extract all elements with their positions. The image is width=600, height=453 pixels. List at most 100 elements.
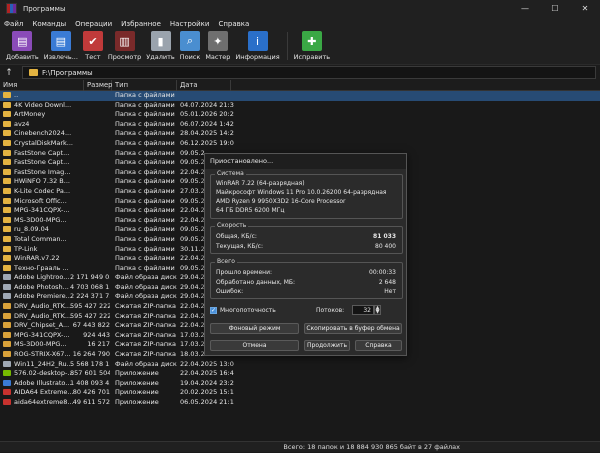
toolbar-button-label: Поиск xyxy=(179,53,201,61)
file-modified-cell: 04.07.2024 21:33 xyxy=(180,100,234,109)
elapsed-value: 00:00:33 xyxy=(369,269,396,276)
toolbar-button-label: Исправить xyxy=(293,53,331,61)
close-button[interactable]: ✕ xyxy=(570,0,600,17)
menu-commands[interactable]: Команды xyxy=(32,20,66,28)
view-book-icon: ▥ xyxy=(114,31,135,51)
file-type-cell: Папка с файлами xyxy=(115,244,175,253)
file-row[interactable]: Adobe Illustrato...1 408 093 4... Приложе… xyxy=(0,379,600,389)
threads-input[interactable]: 32 xyxy=(352,305,374,315)
toolbar-button[interactable]: ⌕ Поиск xyxy=(179,31,201,61)
menu-operations[interactable]: Операции xyxy=(75,20,112,28)
file-name: ROG-STRIX-X67... xyxy=(14,350,71,359)
toolbar-button[interactable]: ▥ Просмотр xyxy=(108,31,141,61)
file-name-cell: HWiNFO 7.32 B... xyxy=(0,177,82,187)
toolbar-button[interactable]: ▤ Добавить xyxy=(6,31,39,61)
file-name: Adobe Photosh... xyxy=(14,282,69,291)
system-line: AMD Ryzen 9 9950X3D2 16-Core Processor xyxy=(216,198,346,205)
toolbar-button[interactable]: ▤ Извлечь... xyxy=(44,31,78,61)
file-name-cell: K-Lite Codec Pa... xyxy=(0,187,82,197)
file-type-cell: Папка с файлами xyxy=(115,119,175,128)
toolbar-button[interactable]: ✚ Исправить xyxy=(294,31,330,61)
column-modified-header[interactable]: Дата изменения xyxy=(177,80,231,100)
file-name-cell: Техно-Грааль ... xyxy=(0,264,82,274)
file-name: Cinebench2024... xyxy=(14,129,72,138)
column-size-header[interactable]: Размер xyxy=(84,80,113,91)
file-type-cell: Папка с файлами xyxy=(115,167,175,176)
menu-help[interactable]: Справка xyxy=(218,20,249,28)
speed-total-label: Общая, КБ/с: xyxy=(216,233,257,240)
disk-icon xyxy=(3,283,11,290)
file-row[interactable]: 576.02-desktop-... 857 601 504 Приложение 2… xyxy=(0,369,600,379)
file-row[interactable]: Win11_24H2_Ru...5 568 178 1... Файл образ… xyxy=(0,360,600,370)
continue-button[interactable]: Продолжить xyxy=(304,340,350,351)
up-arrow-icon[interactable]: ↑ xyxy=(0,68,18,78)
app-blue-icon xyxy=(3,379,11,386)
file-name: 4K Video Downl... xyxy=(14,100,72,109)
folder-icon xyxy=(3,101,11,108)
system-line: WinRAR 7.22 (64-разрядная) xyxy=(216,180,305,187)
file-modified-cell: 20.02.2025 15:11 xyxy=(180,388,234,397)
window-controls: — ☐ ✕ xyxy=(510,0,600,17)
file-row[interactable]: 4K Video Downl... Папка с файлами 04.07.20… xyxy=(0,101,600,111)
toolbar-button[interactable]: i Информация xyxy=(235,31,280,61)
speed-current-value: 80 400 xyxy=(375,243,396,250)
toolbar-button-label: Тест xyxy=(85,53,101,61)
background-mode-button[interactable]: Фоновый режим xyxy=(210,323,299,334)
folder-icon xyxy=(3,168,11,175)
file-type-cell: Папка с файлами xyxy=(115,129,175,138)
help-button[interactable]: Справка xyxy=(355,340,402,351)
file-row[interactable]: avz4 Папка с файлами 06.07.2024 1:42 xyxy=(0,120,600,130)
file-size-cell: 857 601 504 xyxy=(70,369,110,378)
folder-icon xyxy=(3,178,11,185)
speed-group: Скорость Общая, КБ/с: 81 033 Текущая, КБ… xyxy=(210,222,403,254)
disk-icon xyxy=(3,274,11,281)
menu-favorites[interactable]: Избранное xyxy=(121,20,161,28)
file-name-cell: MPG-341CQPX-... xyxy=(0,206,82,216)
address-path: F:\Программы xyxy=(42,68,93,77)
column-name-header[interactable]: Имя xyxy=(0,80,84,91)
toolbar-button[interactable]: ✔ Тест xyxy=(82,31,103,61)
file-name: avz4 xyxy=(14,119,30,128)
folder-icon xyxy=(3,92,11,98)
file-modified-cell: 06.07.2024 1:42 xyxy=(180,119,234,128)
repair-kit-icon: ✚ xyxy=(301,31,322,51)
file-name: Win11_24H2_Ru... xyxy=(14,359,73,368)
file-name-cell: FastStone Capt... xyxy=(0,149,82,159)
file-name-cell: avz4 xyxy=(0,120,82,130)
file-modified-cell: 19.04.2024 23:27 xyxy=(180,378,234,387)
zip-icon xyxy=(3,303,11,310)
file-size-cell: 1 408 093 4... xyxy=(70,378,110,387)
minimize-button[interactable]: — xyxy=(510,0,540,17)
file-row[interactable]: ArtMoney Папка с файлами 05.01.2026 20:23 xyxy=(0,110,600,120)
file-row[interactable]: AIDA64 Extreme... 80 426 701 Приложение 20.… xyxy=(0,388,600,398)
menu-settings[interactable]: Настройки xyxy=(170,20,210,28)
file-row[interactable]: .. Папка с файлами xyxy=(0,91,600,101)
address-bar: ↑ F:\Программы xyxy=(0,64,600,80)
copy-to-clipboard-button[interactable]: Скопировать в буфер обмена xyxy=(304,323,402,334)
file-row[interactable]: aida64extreme8... 49 611 572 Приложение 06.… xyxy=(0,398,600,408)
file-type-cell: Приложение xyxy=(115,398,159,406)
file-type-cell: Приложение xyxy=(115,388,159,397)
address-field[interactable]: F:\Программы xyxy=(22,66,596,79)
file-type-cell: Папка с файлами xyxy=(115,234,175,243)
file-name-cell: 4K Video Downl... xyxy=(0,101,82,111)
window-title: Программы xyxy=(23,4,66,13)
column-type-header[interactable]: Тип xyxy=(112,80,177,91)
file-name: TP-Link xyxy=(14,244,38,253)
file-row[interactable]: CrystalDiskMark... Папка с файлами 06.12.2… xyxy=(0,139,600,149)
folder-icon xyxy=(3,235,11,242)
file-name-cell: WinRAR.v7.22 xyxy=(0,254,82,264)
file-row[interactable]: Cinebench2024... Папка с файлами 28.04.202… xyxy=(0,129,600,139)
cancel-button[interactable]: Отмена xyxy=(210,340,299,351)
threads-label: Потоков: xyxy=(316,307,345,314)
menu-file[interactable]: Файл xyxy=(4,20,23,28)
system-line: Майкрософт Windows 11 Pro 10.0.26200 64-… xyxy=(216,189,387,196)
file-type-cell: Приложение xyxy=(115,369,159,378)
threads-spinner[interactable]: ▲ ▼ xyxy=(374,305,381,315)
toolbar-button[interactable]: ✦ Мастер xyxy=(205,31,230,61)
maximize-button[interactable]: ☐ xyxy=(540,0,570,17)
multithread-checkbox[interactable]: ✓ xyxy=(210,307,217,314)
file-size-cell: 595 427 222 xyxy=(70,302,110,311)
toolbar-button[interactable]: ▮ Удалить xyxy=(146,31,175,61)
file-name: FastStone Capt... xyxy=(14,148,70,157)
